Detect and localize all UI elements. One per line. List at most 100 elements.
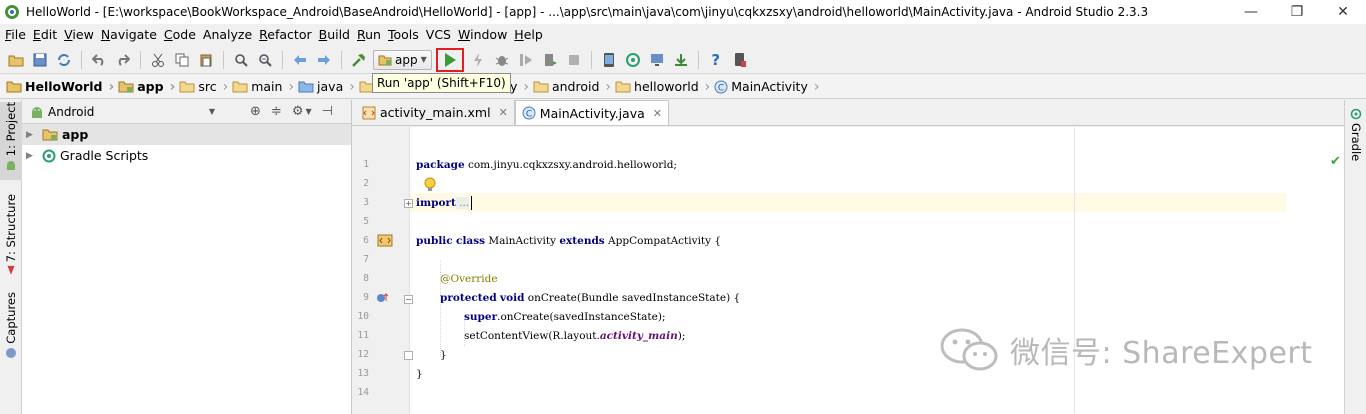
menu-edit[interactable]: Edit [30,27,61,42]
sdk-manager-icon[interactable] [671,50,691,70]
code-text: } [440,348,447,361]
breadcrumb-src[interactable]: src › [179,79,228,95]
tab-project[interactable]: 1: Project [0,102,22,180]
menu-analyze[interactable]: Analyze [200,27,256,42]
project-view-label: Android [48,104,95,119]
paste-icon[interactable] [196,50,216,70]
run-config-select[interactable]: app ▼ [373,49,432,70]
menu-help[interactable]: Help [511,27,547,42]
gear-icon[interactable]: ⚙ [292,104,304,119]
indent-guide [464,317,465,347]
menu-navigate[interactable]: Navigate [98,27,161,42]
keyword: public [416,234,453,247]
make-project-icon[interactable] [349,50,369,70]
breadcrumb-java[interactable]: java › [298,79,355,95]
replace-icon[interactable] [255,50,275,70]
close-tab-icon[interactable]: ✕ [499,106,508,119]
breadcrumb-helloworld-package[interactable]: helloworld › [615,79,710,95]
title-bar: HelloWorld - [E:\workspace\BookWorkspace… [0,0,1366,24]
folded-imports[interactable]: ... [455,196,470,209]
menu-run[interactable]: Run [354,27,385,42]
back-icon[interactable] [290,50,310,70]
sync-icon[interactable] [54,50,74,70]
collapse-all-icon[interactable]: ≑ [271,104,282,119]
breadcrumb-mainactivity[interactable]: C MainActivity › [714,79,819,95]
run-play-icon [444,52,456,67]
menu-vcs[interactable]: VCS [423,27,455,42]
menu-file[interactable]: File [2,27,30,42]
project-panel-tools: ⊕ ≑ ⚙ ▼ ⊣ [245,104,338,119]
stop-icon[interactable] [564,50,584,70]
line-number: 6 [363,235,369,246]
breadcrumb-main[interactable]: main › [232,79,294,95]
tab-mainactivity-java[interactable]: C MainActivity.java ✕ [514,100,669,125]
line-number: 8 [363,273,369,284]
redo-icon[interactable] [113,50,133,70]
menu-tools[interactable]: Tools [385,27,423,42]
tab-gradle[interactable]: Gradle [1345,108,1366,168]
code-text: onCreate(Bundle savedInstanceState) { [524,291,741,304]
run-tooltip: Run 'app' (Shift+F10) [372,73,511,93]
menu-window[interactable]: Window [455,27,511,42]
forward-icon[interactable] [314,50,334,70]
expand-arrow-icon[interactable]: ▶ [26,151,38,161]
breadcrumb-helloworld[interactable]: HelloWorld › [6,79,114,95]
toolbar-separator [282,50,283,69]
close-tab-icon[interactable]: ✕ [653,107,662,120]
project-view-select[interactable]: Android ▼ [30,105,215,119]
chevron-right-icon: › [605,78,612,95]
avd-manager-icon[interactable] [599,50,619,70]
layout-preview-icon[interactable] [377,234,393,247]
tab-structure[interactable]: 7: Structure [0,194,22,276]
tree-item-app[interactable]: ▶ app [22,124,351,145]
tab-captures[interactable]: Captures [0,292,22,362]
find-icon[interactable] [231,50,251,70]
line-number: 10 [357,311,369,322]
menu-code[interactable]: Code [161,27,200,42]
open-folder-icon[interactable] [6,50,26,70]
scroll-from-source-icon[interactable]: ⊕ [250,104,261,119]
maximize-button[interactable]: ❐ [1274,0,1320,24]
copy-icon[interactable] [172,50,192,70]
keyword: extends [559,234,605,247]
menu-edit-mnemonic: E [32,26,41,42]
android-device-icon[interactable] [730,50,750,70]
keyword: import [416,196,456,209]
menu-tools-label: ools [393,26,419,42]
close-button[interactable]: ✕ [1320,0,1366,24]
undo-icon[interactable] [89,50,109,70]
help-icon[interactable]: ? [706,50,726,70]
debug-icon[interactable] [492,50,512,70]
menu-help-label: elp [523,26,543,42]
lightbulb-icon[interactable] [424,177,436,193]
breadcrumb-android[interactable]: android › [533,79,611,95]
tab-label: activity_main.xml [380,105,491,120]
expand-arrow-icon[interactable]: ▶ [26,130,38,140]
help-icon-glyph: ? [711,50,721,69]
breadcrumb-app[interactable]: app › [118,79,175,95]
menu-refactor[interactable]: Refactor [256,27,315,42]
chevron-right-icon: › [288,78,295,95]
coverage-icon[interactable] [516,50,536,70]
cut-icon[interactable] [148,50,168,70]
tree-item-gradle-scripts[interactable]: ▶ Gradle Scripts [22,145,351,166]
structure-icon [7,266,15,276]
menu-build[interactable]: Build [316,27,354,42]
project-folder-icon [6,81,22,93]
minimize-button[interactable]: — [1228,0,1274,24]
android-monitor-icon[interactable] [647,50,667,70]
module-icon [378,55,392,65]
window-title: HelloWorld - [E:\workspace\BookWorkspace… [26,5,1149,19]
menu-view[interactable]: View [61,27,98,42]
folder-icon [615,81,631,93]
save-all-icon[interactable] [30,50,50,70]
apply-changes-icon[interactable] [468,50,488,70]
gradle-sync-icon[interactable] [623,50,643,70]
hide-panel-icon[interactable]: ⊣ [322,104,333,119]
editor-tabs: activity_main.xml ✕ C MainActivity.java … [352,100,1344,126]
attach-debugger-icon[interactable] [540,50,560,70]
chevron-down-small-icon[interactable]: ▼ [305,107,311,116]
override-marker-icon[interactable] [376,292,390,304]
run-button[interactable] [435,47,464,72]
tab-activity-main-xml[interactable]: activity_main.xml ✕ [356,100,515,125]
